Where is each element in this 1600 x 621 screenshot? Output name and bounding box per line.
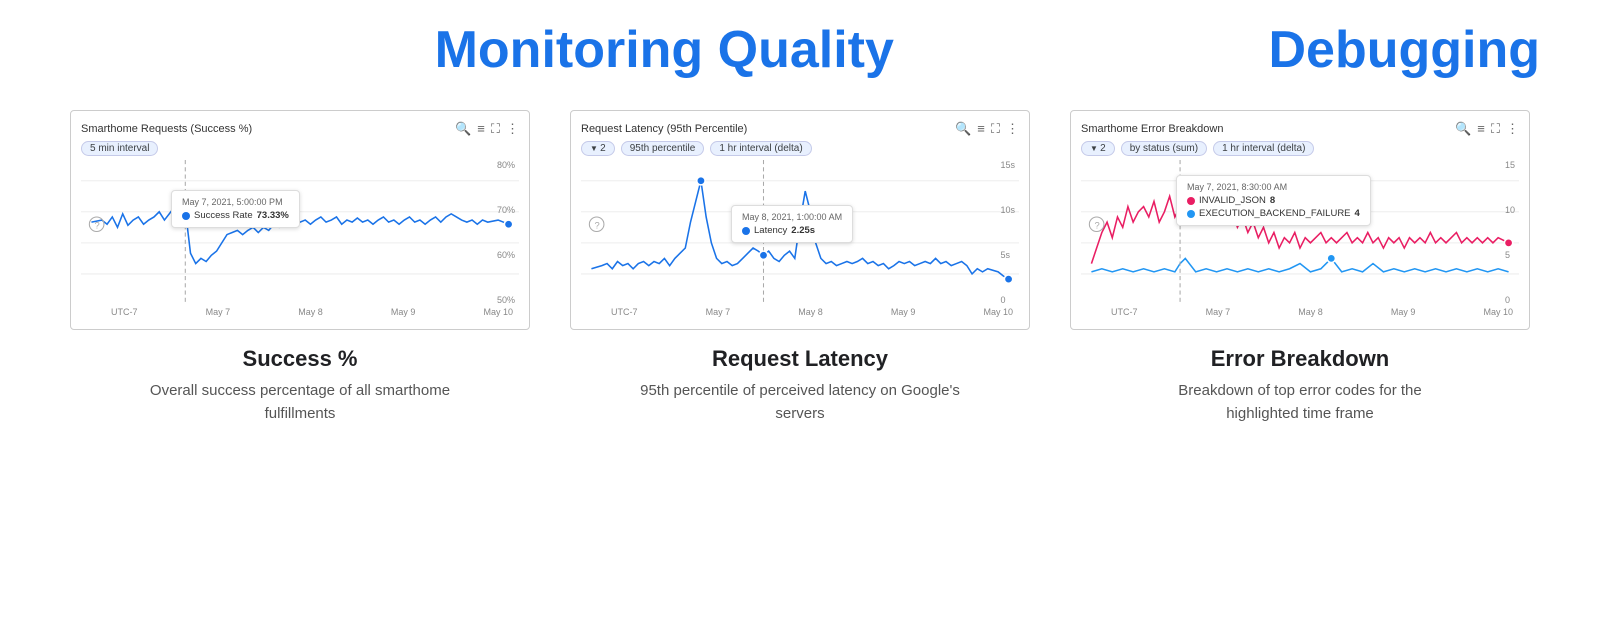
chart-header-latency: Request Latency (95th Percentile) 🔍 ≡ ⛶ …: [581, 121, 1019, 137]
chart-filters-latency: 2 95th percentile 1 hr interval (delta): [581, 141, 1019, 156]
more-icon-errors[interactable]: ⋮: [1506, 121, 1519, 137]
chart-icons-success: 🔍 ≡ ⛶ ⋮: [455, 121, 519, 137]
search-icon[interactable]: 🔍: [455, 121, 471, 137]
chart-filters-errors: 2 by status (sum) 1 hr interval (delta): [1081, 141, 1519, 156]
y-axis-latency: 15s 10s 5s 0: [1000, 160, 1015, 305]
chart-title-latency: Request Latency (95th Percentile): [581, 123, 747, 135]
x-axis-errors: UTC-7 May 7 May 8 May 9 May 10: [1081, 305, 1519, 317]
errors-label: Error Breakdown: [1211, 346, 1390, 372]
chart-icons-latency: 🔍 ≡ ⛶ ⋮: [955, 121, 1019, 137]
chart-header-success: Smarthome Requests (Success %) 🔍 ≡ ⛶ ⋮: [81, 121, 519, 137]
chart-title-success: Smarthome Requests (Success %): [81, 123, 252, 135]
debugging-title: Debugging: [1268, 21, 1540, 79]
success-chart-svg: ?: [81, 160, 519, 305]
filter-chip-status[interactable]: by status (sum): [1121, 141, 1207, 156]
errors-chart-box: Smarthome Error Breakdown 🔍 ≡ ⛶ ⋮ 2 by s…: [1070, 110, 1530, 330]
chart-title-errors: Smarthome Error Breakdown: [1081, 123, 1223, 135]
latency-label: Request Latency: [712, 346, 888, 372]
cards-row: Smarthome Requests (Success %) 🔍 ≡ ⛶ ⋮ 5…: [0, 110, 1600, 425]
legend-icon[interactable]: ≡: [477, 121, 485, 137]
debugging-section-title: Debugging: [1268, 20, 1540, 80]
errors-card: Smarthome Error Breakdown 🔍 ≡ ⛶ ⋮ 2 by s…: [1070, 110, 1530, 425]
svg-text:?: ?: [1095, 220, 1100, 230]
expand-icon-latency[interactable]: ⛶: [991, 121, 1000, 137]
svg-text:?: ?: [95, 220, 100, 230]
errors-chart-area: ? 15 10 5 0 May 7, 2021, 8:30:00 AM INVA…: [1081, 160, 1519, 305]
more-icon[interactable]: ⋮: [506, 121, 519, 137]
latency-chart-area: ? 15s 10s 5s 0 May 8, 2021, 1:00:00 AM L…: [581, 160, 1019, 305]
filter-chip-interval[interactable]: 5 min interval: [81, 141, 158, 156]
y-axis-success: 80% 70% 60% 50%: [497, 160, 515, 305]
search-icon-errors[interactable]: 🔍: [1455, 121, 1471, 137]
x-axis-success: UTC-7 May 7 May 8 May 9 May 10: [81, 305, 519, 317]
legend-icon-latency[interactable]: ≡: [977, 121, 985, 137]
latency-card: Request Latency (95th Percentile) 🔍 ≡ ⛶ …: [570, 110, 1030, 425]
filter-chip-latency-count[interactable]: 2: [581, 141, 615, 156]
filter-chip-percentile[interactable]: 95th percentile: [621, 141, 705, 156]
x-axis-latency: UTC-7 May 7 May 8 May 9 May 10: [581, 305, 1019, 317]
success-desc: Overall success percentage of all smarth…: [140, 380, 460, 425]
filter-chip-interval-latency[interactable]: 1 hr interval (delta): [710, 141, 811, 156]
y-axis-errors: 15 10 5 0: [1505, 160, 1515, 305]
monitoring-title: Monitoring Quality: [435, 21, 894, 79]
latency-chart-svg: ?: [581, 160, 1019, 305]
svg-text:?: ?: [595, 220, 600, 230]
search-icon-latency[interactable]: 🔍: [955, 121, 971, 137]
monitoring-section-title: Monitoring Quality: [60, 20, 1268, 80]
success-chart-box: Smarthome Requests (Success %) 🔍 ≡ ⛶ ⋮ 5…: [70, 110, 530, 330]
chart-header-errors: Smarthome Error Breakdown 🔍 ≡ ⛶ ⋮: [1081, 121, 1519, 137]
latency-desc: 95th percentile of perceived latency on …: [640, 380, 960, 425]
success-label: Success %: [243, 346, 358, 372]
success-card: Smarthome Requests (Success %) 🔍 ≡ ⛶ ⋮ 5…: [70, 110, 530, 425]
expand-icon-errors[interactable]: ⛶: [1491, 121, 1500, 137]
errors-desc: Breakdown of top error codes for the hig…: [1140, 380, 1460, 425]
legend-icon-errors[interactable]: ≡: [1477, 121, 1485, 137]
errors-chart-svg: ?: [1081, 160, 1519, 305]
page-header: Monitoring Quality Debugging: [0, 20, 1600, 80]
expand-icon[interactable]: ⛶: [491, 121, 500, 137]
success-chart-area: ? 80% 70% 60% 50% May 7, 2021, 5:00:00 P…: [81, 160, 519, 305]
filter-chip-interval-errors[interactable]: 1 hr interval (delta): [1213, 141, 1314, 156]
latency-chart-box: Request Latency (95th Percentile) 🔍 ≡ ⛶ …: [570, 110, 1030, 330]
more-icon-latency[interactable]: ⋮: [1006, 121, 1019, 137]
chart-filters-success: 5 min interval: [81, 141, 519, 156]
filter-chip-errors-count[interactable]: 2: [1081, 141, 1115, 156]
chart-icons-errors: 🔍 ≡ ⛶ ⋮: [1455, 121, 1519, 137]
